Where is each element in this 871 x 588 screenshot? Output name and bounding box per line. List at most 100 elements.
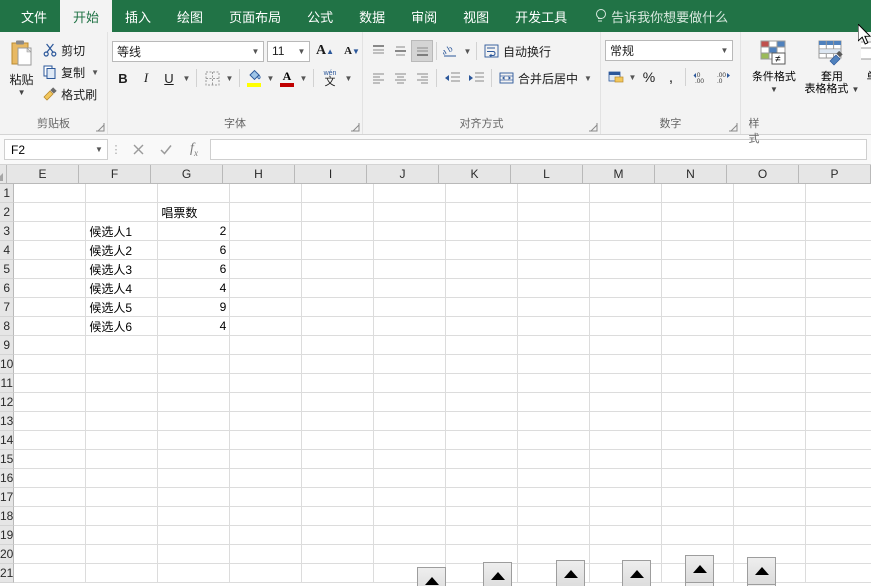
cell-H3[interactable]: [230, 222, 302, 241]
cell-J9[interactable]: [374, 336, 446, 355]
cell-O10[interactable]: [734, 355, 806, 374]
cell-E11[interactable]: [14, 374, 86, 393]
align-bottom-button[interactable]: [411, 40, 433, 62]
spin-button-3[interactable]: [556, 560, 585, 586]
cell-F20[interactable]: [86, 545, 158, 564]
font-color-button[interactable]: A: [277, 67, 297, 89]
cell-K18[interactable]: [446, 507, 518, 526]
cell-P21[interactable]: [806, 564, 871, 583]
cell-H7[interactable]: [230, 298, 302, 317]
cell-N8[interactable]: [662, 317, 734, 336]
cell-O12[interactable]: [734, 393, 806, 412]
cell-I20[interactable]: [302, 545, 374, 564]
cell-M16[interactable]: [590, 469, 662, 488]
cell-F8[interactable]: 候选人6: [86, 317, 158, 336]
cell-P5[interactable]: [806, 260, 871, 279]
cell-L4[interactable]: [518, 241, 590, 260]
cell-I3[interactable]: [302, 222, 374, 241]
chevron-down-icon[interactable]: ▼: [294, 47, 309, 56]
cell-F4[interactable]: 候选人2: [86, 241, 158, 260]
cell-K15[interactable]: [446, 450, 518, 469]
cell-E7[interactable]: [14, 298, 86, 317]
cell-N3[interactable]: [662, 222, 734, 241]
cell-O1[interactable]: [734, 184, 806, 203]
cell-E5[interactable]: [14, 260, 86, 279]
cell-G17[interactable]: [158, 488, 230, 507]
cell-M14[interactable]: [590, 431, 662, 450]
spin-button-5[interactable]: [685, 555, 714, 586]
cell-P13[interactable]: [806, 412, 871, 431]
cell-H15[interactable]: [230, 450, 302, 469]
cell-I5[interactable]: [302, 260, 374, 279]
cell-M18[interactable]: [590, 507, 662, 526]
column-header-P[interactable]: P: [799, 165, 871, 184]
cell-E21[interactable]: [14, 564, 86, 583]
cell-K12[interactable]: [446, 393, 518, 412]
cell-L14[interactable]: [518, 431, 590, 450]
cell-I13[interactable]: [302, 412, 374, 431]
align-top-button[interactable]: [367, 40, 389, 62]
cell-J16[interactable]: [374, 469, 446, 488]
copy-dropdown-caret[interactable]: ▼: [91, 68, 99, 77]
cell-J14[interactable]: [374, 431, 446, 450]
cell-H8[interactable]: [230, 317, 302, 336]
phonetic-guide-button[interactable]: wén 文: [318, 67, 342, 89]
cell-K2[interactable]: [446, 203, 518, 222]
cell-F14[interactable]: [86, 431, 158, 450]
cancel-entry-button[interactable]: [124, 139, 152, 161]
cell-L18[interactable]: [518, 507, 590, 526]
align-center-button[interactable]: [389, 67, 411, 89]
ribbon-tab-view[interactable]: 视图: [450, 0, 502, 32]
row-header-13[interactable]: 13: [0, 412, 14, 431]
column-header-H[interactable]: H: [223, 165, 295, 184]
cell-P20[interactable]: [806, 545, 871, 564]
cell-N15[interactable]: [662, 450, 734, 469]
chevron-down-icon[interactable]: ▼: [717, 46, 732, 55]
cell-K7[interactable]: [446, 298, 518, 317]
cell-O7[interactable]: [734, 298, 806, 317]
cell-L12[interactable]: [518, 393, 590, 412]
cell-O14[interactable]: [734, 431, 806, 450]
paste-dropdown-caret[interactable]: ▼: [18, 89, 26, 96]
cell-O5[interactable]: [734, 260, 806, 279]
cell-L8[interactable]: [518, 317, 590, 336]
merge-center-button[interactable]: 合并后居中 ▼: [495, 67, 596, 89]
cell-L16[interactable]: [518, 469, 590, 488]
cell-P7[interactable]: [806, 298, 871, 317]
cell-E17[interactable]: [14, 488, 86, 507]
cell-M7[interactable]: [590, 298, 662, 317]
insert-function-button[interactable]: fx: [180, 139, 208, 161]
cell-N5[interactable]: [662, 260, 734, 279]
spin-button-4-up[interactable]: [623, 561, 650, 586]
formula-input[interactable]: [210, 139, 867, 160]
row-header-14[interactable]: 14: [0, 431, 14, 450]
column-header-G[interactable]: G: [151, 165, 223, 184]
cell-L6[interactable]: [518, 279, 590, 298]
cell-P4[interactable]: [806, 241, 871, 260]
cell-J3[interactable]: [374, 222, 446, 241]
cell-H17[interactable]: [230, 488, 302, 507]
chevron-down-icon[interactable]: ▼: [91, 145, 107, 154]
orientation-button[interactable]: a b: [440, 40, 462, 62]
accounting-dropdown-caret[interactable]: ▼: [627, 66, 638, 88]
cell-O16[interactable]: [734, 469, 806, 488]
tell-me-box[interactable]: 告诉我你想要做什么: [580, 0, 738, 32]
row-header-3[interactable]: 3: [0, 222, 14, 241]
cell-I10[interactable]: [302, 355, 374, 374]
cell-L7[interactable]: [518, 298, 590, 317]
cell-H9[interactable]: [230, 336, 302, 355]
cell-I9[interactable]: [302, 336, 374, 355]
cell-M15[interactable]: [590, 450, 662, 469]
alignment-dialog-launcher[interactable]: [589, 123, 598, 132]
spin-button-5-down[interactable]: [686, 583, 713, 586]
cell-J7[interactable]: [374, 298, 446, 317]
chevron-down-icon[interactable]: ▼: [248, 47, 263, 56]
cell-J18[interactable]: [374, 507, 446, 526]
cell-N18[interactable]: [662, 507, 734, 526]
cell-area[interactable]: 唱票数候选人12候选人26候选人36候选人44候选人59候选人64: [14, 184, 871, 583]
cell-K16[interactable]: [446, 469, 518, 488]
cell-L13[interactable]: [518, 412, 590, 431]
cell-I15[interactable]: [302, 450, 374, 469]
cell-L11[interactable]: [518, 374, 590, 393]
cell-K5[interactable]: [446, 260, 518, 279]
